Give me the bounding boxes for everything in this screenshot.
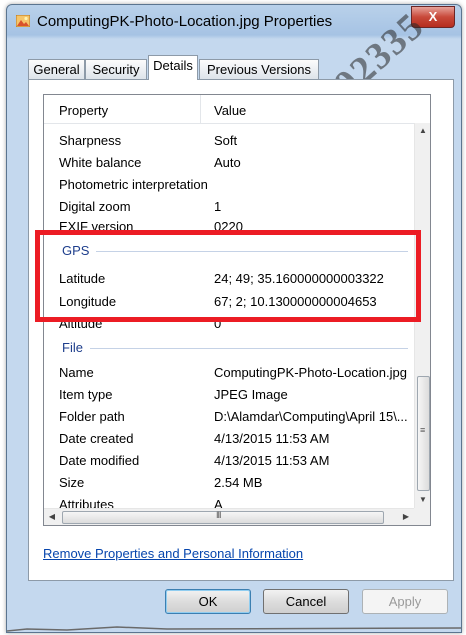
taskbar-edge (7, 626, 461, 632)
close-button[interactable]: X (411, 6, 455, 28)
column-divider[interactable] (200, 95, 201, 123)
list-item[interactable]: Size 2.54 MB (44, 472, 414, 494)
details-panel: Property Value Sharpness Soft White bala… (28, 79, 454, 581)
list-item[interactable]: Sharpness Soft (44, 130, 414, 152)
property-name: Item type (59, 387, 113, 402)
list-item[interactable]: Digital zoom 1 (44, 196, 414, 218)
grip-icon: III (216, 510, 221, 520)
group-header-file[interactable]: File (44, 337, 414, 359)
scroll-right-icon[interactable]: ▶ (398, 509, 414, 525)
window-title: ComputingPK-Photo-Location.jpg Propertie… (37, 13, 333, 30)
group-divider (90, 348, 408, 349)
property-value: ComputingPK-Photo-Location.jpg (214, 365, 407, 380)
property-name: Photometric interpretation (59, 177, 208, 192)
group-divider (96, 251, 408, 252)
list-item[interactable]: Date created 4/13/2015 11:53 AM (44, 428, 414, 450)
list-item[interactable]: EXIF version 0220 (44, 216, 414, 238)
group-label: File (62, 340, 83, 355)
property-name: Date created (59, 431, 134, 446)
scrollbar-corner (414, 508, 430, 525)
apply-button[interactable]: Apply (362, 589, 448, 614)
list-item[interactable]: Longitude 67; 2; 10.130000000004653 (44, 291, 414, 313)
column-header-value[interactable]: Value (214, 103, 246, 118)
property-value: 4/13/2015 11:53 AM (214, 453, 330, 468)
property-value: Auto (214, 155, 241, 170)
property-value: 0 (214, 316, 222, 331)
list-item[interactable]: Folder path D:\Alamdar\Computing\April 1… (44, 406, 414, 428)
list-item[interactable]: Altitude 0 (44, 313, 414, 335)
property-name: Sharpness (59, 133, 122, 148)
property-value: 4/13/2015 11:53 AM (214, 431, 330, 446)
property-name: Name (59, 365, 94, 380)
property-name: Longitude (59, 294, 117, 309)
property-name: Size (59, 475, 85, 490)
property-value: 67; 2; 10.130000000004653 (214, 294, 377, 309)
property-name: Digital zoom (59, 199, 131, 214)
image-file-icon (16, 15, 30, 27)
property-name: Folder path (59, 409, 125, 424)
property-name: Altitude (59, 316, 103, 331)
property-name: EXIF version (59, 219, 134, 234)
horizontal-scroll-thumb[interactable]: III (62, 510, 384, 524)
list-item[interactable]: Name ComputingPK-Photo-Location.jpg (44, 362, 414, 384)
vertical-scrollbar[interactable]: ▲ ≡ ▼ (414, 123, 430, 508)
title-bar[interactable]: ComputingPK-Photo-Location.jpg Propertie… (7, 5, 461, 39)
property-value: 24; 49; 35.160000000003322 (214, 271, 384, 286)
vertical-scroll-thumb[interactable]: ≡ (417, 376, 430, 491)
tab-previous-versions[interactable]: Previous Versions (199, 59, 319, 79)
list-item[interactable]: Latitude 24; 49; 35.160000000003322 (44, 268, 414, 290)
property-value: JPEG Image (214, 387, 288, 402)
list-item[interactable]: White balance Auto (44, 152, 414, 174)
ok-button[interactable]: OK (165, 589, 251, 614)
remove-properties-link[interactable]: Remove Properties and Personal Informati… (43, 546, 303, 561)
list-header: Property Value (44, 95, 430, 124)
property-name: Date modified (59, 453, 140, 468)
scroll-up-icon[interactable]: ▲ (415, 123, 430, 139)
scroll-down-icon[interactable]: ▼ (415, 492, 430, 508)
list-item[interactable]: Date modified 4/13/2015 11:53 AM (44, 450, 414, 472)
list-item[interactable]: Photometric interpretation (44, 174, 414, 196)
column-header-property[interactable]: Property (59, 103, 108, 118)
property-name: White balance (59, 155, 142, 170)
property-value: 2.54 MB (214, 475, 263, 490)
property-name: Latitude (59, 271, 106, 286)
group-header-gps[interactable]: GPS (44, 240, 414, 262)
horizontal-scrollbar[interactable]: ◀ III ▶ (44, 508, 414, 525)
property-value: 0220 (214, 219, 243, 234)
properties-dialog: ComputingPK-Photo-Location.jpg Propertie… (6, 4, 462, 633)
property-value: 1 (214, 199, 222, 214)
property-value: D:\Alamdar\Computing\April 15\... (214, 409, 408, 424)
tab-security[interactable]: Security (85, 59, 147, 79)
properties-list: Property Value Sharpness Soft White bala… (43, 94, 431, 526)
tab-details[interactable]: Details (148, 55, 198, 80)
group-label: GPS (62, 243, 90, 258)
cancel-button[interactable]: Cancel (263, 589, 349, 614)
grip-icon: ≡ (420, 425, 425, 435)
tab-general[interactable]: General (28, 59, 85, 79)
property-value: Soft (214, 133, 238, 148)
scroll-left-icon[interactable]: ◀ (44, 509, 60, 525)
list-item[interactable]: Item type JPEG Image (44, 384, 414, 406)
